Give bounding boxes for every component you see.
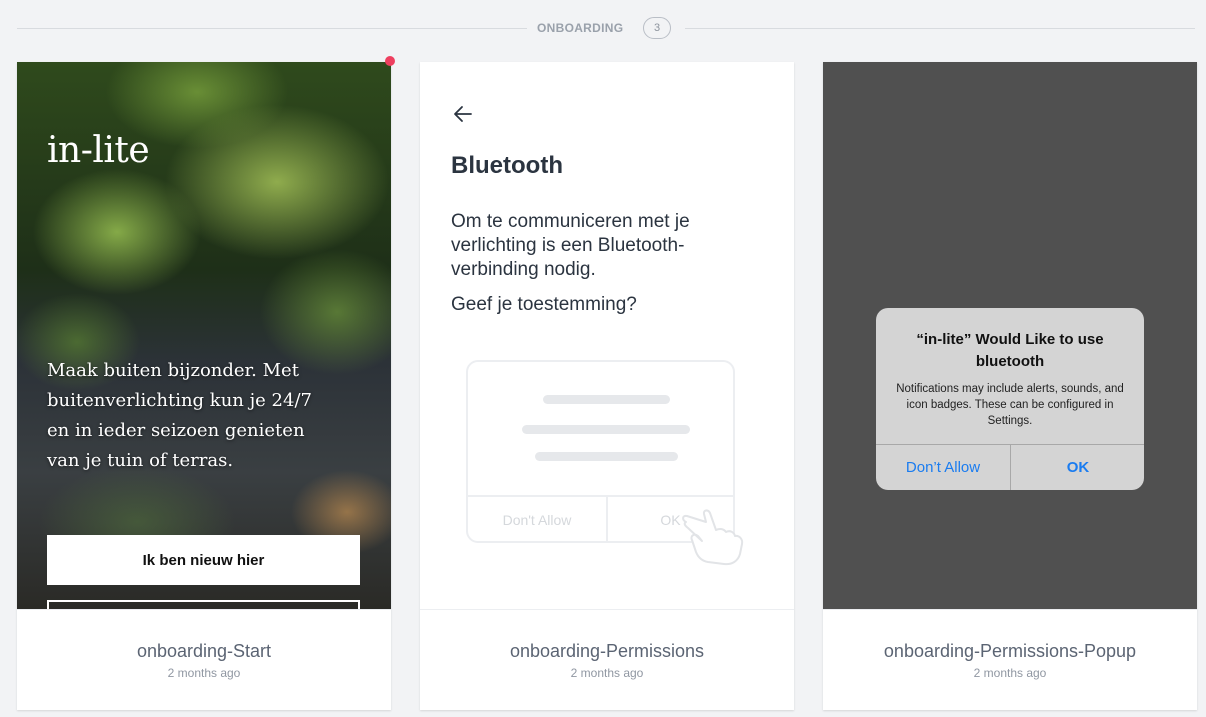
permission-title: Bluetooth	[451, 152, 563, 179]
screen-thumbnail[interactable]: in-lite Maak buiten bijzonder. Met buite…	[17, 62, 391, 609]
placeholder-line	[522, 425, 690, 434]
screen-thumbnail[interactable]: “in-lite” Would Like to use bluetooth No…	[823, 62, 1197, 609]
back-arrow-icon[interactable]	[451, 102, 475, 126]
screen-card-onboarding-permissions-popup[interactable]: “in-lite” Would Like to use bluetooth No…	[823, 62, 1197, 710]
permission-question: Geef je toestemming?	[451, 294, 637, 315]
illus-deny-label: Don't Allow	[502, 512, 572, 528]
ok-button[interactable]: OK	[1011, 445, 1144, 490]
brand-logo: in-lite	[47, 130, 150, 171]
screen-name[interactable]: onboarding-Permissions-Popup	[823, 641, 1197, 662]
screen-timestamp: 2 months ago	[167, 666, 241, 680]
divider-line	[17, 28, 527, 29]
divider-line	[685, 28, 1195, 29]
new-here-button[interactable]: Ik ben nieuw hier	[47, 535, 360, 585]
placeholder-line	[543, 395, 670, 404]
section-header: ONBOARDING 3	[17, 15, 1195, 41]
card-meta: onboarding-Permissions 2 months ago	[420, 609, 794, 710]
notification-dot	[385, 56, 395, 66]
secondary-button[interactable]	[47, 600, 360, 609]
screen-card-onboarding-start[interactable]: in-lite Maak buiten bijzonder. Met buite…	[17, 62, 391, 710]
screen-name[interactable]: onboarding-Permissions	[420, 641, 794, 662]
screen-thumbnail[interactable]: Bluetooth Om te communiceren met je verl…	[420, 62, 794, 609]
screen-card-onboarding-permissions[interactable]: Bluetooth Om te communiceren met je verl…	[420, 62, 794, 710]
section-count-badge: 3	[643, 17, 671, 39]
ios-alert-dialog: “in-lite” Would Like to use bluetooth No…	[876, 308, 1144, 490]
permission-description: Om te communiceren met je verlichting is…	[451, 211, 690, 280]
pointing-hand-icon	[682, 509, 744, 566]
screen-name[interactable]: onboarding-Start	[17, 641, 391, 662]
placeholder-line	[535, 452, 678, 461]
screen-timestamp: 2 months ago	[570, 666, 644, 680]
screen-timestamp: 2 months ago	[973, 666, 1047, 680]
section-title: ONBOARDING	[537, 21, 624, 35]
onboarding-headline: Maak buiten bijzonder. Met buitenverlich…	[47, 360, 312, 471]
dont-allow-button[interactable]: Don’t Allow	[876, 445, 1010, 490]
card-meta: onboarding-Permissions-Popup 2 months ag…	[823, 609, 1197, 710]
alert-title: “in-lite” Would Like to use bluetooth	[916, 331, 1104, 370]
card-meta: onboarding-Start 2 months ago	[17, 609, 391, 710]
alert-message: Notifications may include alerts, sounds…	[896, 383, 1124, 427]
